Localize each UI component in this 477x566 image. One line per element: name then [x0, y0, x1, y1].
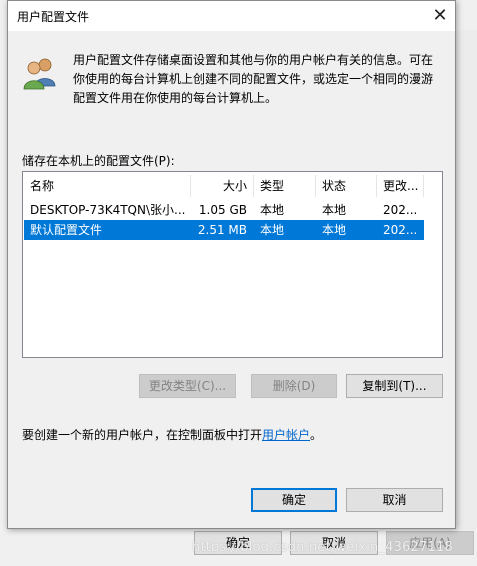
create-account-hint: 要创建一个新的用户帐户，在控制面板中打开用户帐户。 [22, 426, 322, 443]
table-row-selected[interactable]: 默认配置文件 2.51 MB 本地 本地 202... [24, 220, 424, 240]
description-line: 你使用的每台计算机上创建不同的配置文件，或选定一个相同的漫游 [73, 72, 434, 86]
cell-status: 本地 [322, 203, 347, 217]
column-header-name[interactable]: 名称 [24, 173, 190, 199]
watermark: https://blog.csdn.net/weixin_43627118 [192, 540, 453, 555]
copy-to-button[interactable]: 复制到(T)... [346, 374, 443, 398]
cell-size: 2.51 MB [197, 223, 247, 237]
description: 用户配置文件存储桌面设置和其他与你的用户帐户有关的信息。可在 你使用的每台计算机… [73, 51, 443, 108]
column-header-status[interactable]: 状态 [316, 173, 376, 199]
list-header: 名称 大小 类型 状态 更改... [24, 173, 441, 199]
user-profiles-dialog: 用户配置文件 ✕ 用户配置文件存储桌面设置和其他与你的用户帐户有关的信息。可在 … [7, 0, 456, 529]
column-header-size[interactable]: 大小 [191, 173, 253, 199]
description-line: 配置文件用在你使用的每台计算机上。 [73, 91, 278, 105]
column-separator[interactable] [423, 175, 424, 197]
users-icon [23, 58, 56, 90]
description-line: 用户配置文件存储桌面设置和其他与你的用户帐户有关的信息。可在 [73, 53, 434, 67]
user-accounts-link[interactable]: 用户帐户 [262, 428, 310, 442]
table-row[interactable]: DESKTOP-73K4TQN\张小... 1.05 GB 本地 本地 202.… [24, 200, 424, 220]
cell-changed: 202... [383, 223, 418, 237]
dialog-title: 用户配置文件 [17, 10, 90, 24]
cell-size: 1.05 GB [198, 203, 247, 217]
change-type-button[interactable]: 更改类型(C)... [139, 374, 236, 398]
cell-type: 本地 [260, 203, 285, 217]
cell-name: 默认配置文件 [30, 223, 103, 237]
create-account-text: 要创建一个新的用户帐户，在控制面板中打开 [22, 428, 263, 442]
cell-name: DESKTOP-73K4TQN\张小... [30, 203, 186, 217]
ok-button[interactable]: 确定 [251, 488, 337, 512]
title-bar: 用户配置文件 ✕ [8, 1, 455, 31]
background-window [456, 30, 477, 530]
close-icon[interactable]: ✕ [425, 1, 455, 31]
cell-type: 本地 [260, 223, 285, 237]
column-header-changed[interactable]: 更改... [377, 173, 423, 199]
cell-changed: 202... [383, 203, 418, 217]
delete-button[interactable]: 删除(D) [251, 374, 337, 398]
cancel-button[interactable]: 取消 [346, 488, 443, 512]
create-account-suffix: 。 [310, 428, 323, 442]
profiles-list-label: 储存在本机上的配置文件(P): [22, 154, 175, 168]
cell-status: 本地 [322, 223, 347, 237]
column-header-type[interactable]: 类型 [254, 173, 315, 199]
profiles-listview[interactable]: 名称 大小 类型 状态 更改... DESKTOP-73K4TQN\张小... … [22, 171, 443, 358]
